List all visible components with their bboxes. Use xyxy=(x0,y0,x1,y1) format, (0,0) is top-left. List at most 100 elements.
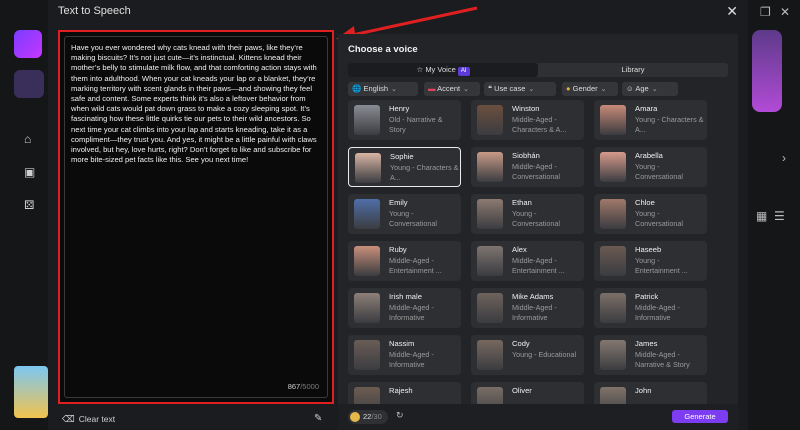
char-count: 867 xyxy=(287,382,301,391)
dice-icon[interactable]: ⚄ xyxy=(24,198,38,212)
window-close-icon[interactable]: ✕ xyxy=(780,5,790,19)
voice-description: Young - Conversational xyxy=(635,209,683,228)
voice-description: Young - Characters & A... xyxy=(635,115,704,134)
project-thumbnail[interactable] xyxy=(14,366,48,418)
voice-card[interactable]: Alex Middle-Aged - Entertainment ... xyxy=(471,241,584,281)
voice-card[interactable]: Winston Middle-Aged - Characters & A... xyxy=(471,100,584,140)
list-view-icon[interactable]: ☰ xyxy=(774,209,785,223)
media-icon[interactable]: ▣ xyxy=(24,165,38,179)
voice-description: Young - Conversational xyxy=(389,209,437,228)
voice-card[interactable]: Irish male Middle-Aged - Informative xyxy=(348,288,461,328)
dialog-title: Text to Speech xyxy=(58,5,131,17)
voice-card[interactable]: Mike Adams Middle-Aged - Informative xyxy=(471,288,584,328)
voice-avatar xyxy=(477,340,503,370)
voice-name: Oliver xyxy=(512,386,532,395)
voice-card[interactable]: Haseeb Young - Entertainment ... xyxy=(594,241,707,281)
voice-card[interactable]: Siobhán Middle-Aged - Conversational xyxy=(471,147,584,187)
voice-card[interactable]: Ethan Young - Conversational xyxy=(471,194,584,234)
voice-avatar xyxy=(600,340,626,370)
chevron-right-icon[interactable]: › xyxy=(782,151,786,165)
voice-avatar xyxy=(600,199,626,229)
chevron-down-icon: ⌄ xyxy=(463,86,469,93)
char-max: /5000 xyxy=(300,382,319,391)
voice-description: Young - Entertainment ... xyxy=(635,256,688,275)
window-restore-icon[interactable]: ❐ xyxy=(760,5,771,19)
voice-description: Young - Characters & A... xyxy=(390,163,459,182)
eraser-icon: ⌫ xyxy=(62,414,75,424)
voice-card[interactable]: Henry Old - Narrative & Story xyxy=(348,100,461,140)
voice-name: Chloe xyxy=(635,198,655,207)
tab-my-voice[interactable]: ☆ My Voice AI xyxy=(348,63,538,77)
voice-description: Young - Conversational xyxy=(635,162,683,181)
voice-description: Middle-Aged - Characters & A... xyxy=(512,115,567,134)
voice-avatar xyxy=(354,105,380,135)
voice-card[interactable]: Chloe Young - Conversational xyxy=(594,194,707,234)
chevron-down-icon: ⌄ xyxy=(391,86,397,93)
voice-description: Young - Conversational xyxy=(512,209,560,228)
coin-icon xyxy=(350,412,360,423)
voice-avatar xyxy=(477,293,503,323)
app-logo xyxy=(14,30,42,58)
voice-panel-title: Choose a voice xyxy=(348,44,418,55)
voice-name: Haseeb xyxy=(635,245,662,254)
accent-icon: ▬ xyxy=(428,84,436,93)
ai-badge: AI xyxy=(457,67,470,76)
voice-avatar xyxy=(354,340,380,370)
voice-name: Irish male xyxy=(389,292,422,301)
filter-language[interactable]: 🌐 English ⌄ xyxy=(348,82,418,96)
voice-name: Emily xyxy=(389,198,408,207)
voice-card[interactable]: Nassim Middle-Aged - Informative xyxy=(348,335,461,375)
text-input-area[interactable]: Have you ever wondered why cats knead wi… xyxy=(64,36,328,398)
clear-text-button[interactable]: ⌫ Clear text xyxy=(62,414,115,425)
close-icon[interactable]: ✕ xyxy=(726,3,738,20)
globe-icon: 🌐 xyxy=(352,84,362,93)
gender-icon: ● xyxy=(566,84,571,93)
voice-card[interactable]: Ruby Middle-Aged - Entertainment ... xyxy=(348,241,461,281)
voice-card[interactable]: Emily Young - Conversational xyxy=(348,194,461,234)
filter-accent-label: Accent xyxy=(437,84,461,93)
voice-name: Alex xyxy=(512,245,527,254)
filter-use-case[interactable]: ❝ Use case ⌄ xyxy=(484,82,556,96)
voice-description: Old - Narrative & Story xyxy=(389,115,443,134)
quote-icon: ❝ xyxy=(488,84,493,93)
generate-button[interactable]: Generate xyxy=(672,410,728,423)
voice-card[interactable]: Amara Young - Characters & A... xyxy=(594,100,707,140)
voice-name: John xyxy=(635,386,652,395)
filter-use-case-label: Use case xyxy=(494,84,526,93)
star-icon: ☆ xyxy=(416,65,424,74)
voice-avatar xyxy=(355,153,381,183)
voice-name: Ruby xyxy=(389,245,407,254)
voice-name: James xyxy=(635,339,658,348)
voice-name: Henry xyxy=(389,104,410,113)
voice-avatar xyxy=(600,293,626,323)
voice-description: Middle-Aged - Informative xyxy=(512,303,557,322)
preview-image xyxy=(752,30,782,112)
voice-card[interactable]: Patrick Middle-Aged - Informative xyxy=(594,288,707,328)
tab-library[interactable]: Library xyxy=(538,63,728,77)
filter-accent[interactable]: ▬ Accent ⌄ xyxy=(424,82,480,96)
script-text[interactable]: Have you ever wondered why cats knead wi… xyxy=(71,43,323,165)
grid-view-icon[interactable]: ▦ xyxy=(756,209,767,223)
filter-language-label: English xyxy=(363,84,389,93)
voice-name: Ethan xyxy=(512,198,532,207)
avatar[interactable] xyxy=(14,70,44,98)
voice-name: Amara xyxy=(635,104,658,113)
filter-age[interactable]: ☺ Age ⌄ xyxy=(622,82,678,96)
voice-name: Nassim xyxy=(389,339,415,348)
voice-card[interactable]: Sophie Young - Characters & A... xyxy=(348,147,461,187)
voice-description: Middle-Aged - Conversational xyxy=(512,162,560,181)
filter-gender[interactable]: ● Gender ⌄ xyxy=(562,82,618,96)
voice-card[interactable]: James Middle-Aged - Narrative & Story xyxy=(594,335,707,375)
voice-description: Middle-Aged - Informative xyxy=(389,350,434,369)
home-icon[interactable]: ⌂ xyxy=(24,132,38,146)
voice-card[interactable]: Arabella Young - Conversational xyxy=(594,147,707,187)
dialog-footer: 22/30 ↻ Generate xyxy=(338,404,738,430)
credits-indicator: 22/30 xyxy=(348,410,388,424)
voice-name: Cody xyxy=(512,339,530,348)
voice-source-tabs: ☆ My Voice AI Library xyxy=(348,63,728,77)
voice-name: Patrick xyxy=(635,292,659,301)
voice-avatar xyxy=(600,246,626,276)
voice-card[interactable]: Cody Young - Educational xyxy=(471,335,584,375)
wand-icon[interactable]: ✎ xyxy=(314,413,322,424)
refresh-icon[interactable]: ↻ xyxy=(396,410,404,421)
